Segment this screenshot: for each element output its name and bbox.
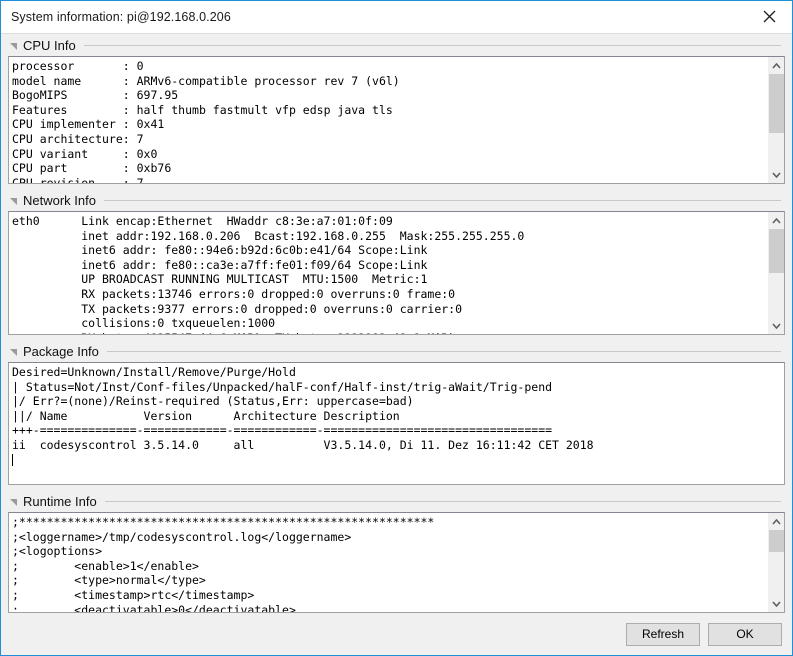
section-rule	[83, 44, 781, 46]
section-cpu-info: CPU Info processor : 0 model name : ARMv…	[8, 34, 785, 184]
scroll-up-icon[interactable]	[768, 513, 784, 530]
section-package-info: Package Info Desired=Unknown/Install/Rem…	[8, 340, 785, 485]
ok-button[interactable]: OK	[708, 622, 782, 646]
package-info-text: Desired=Unknown/Install/Remove/Purge/Hol…	[12, 365, 594, 452]
collapse-triangle-icon[interactable]	[10, 499, 17, 506]
package-info-textbox[interactable]: Desired=Unknown/Install/Remove/Purge/Hol…	[8, 362, 785, 485]
section-header-runtime-info[interactable]: Runtime Info	[8, 490, 785, 512]
title-bar: System information: pi@192.168.0.206	[1, 0, 792, 34]
cpu-info-inner: processor : 0 model name : ARMv6-compati…	[9, 57, 767, 183]
refresh-button[interactable]: Refresh	[626, 622, 700, 646]
section-rule	[103, 199, 781, 201]
scroll-up-icon[interactable]	[768, 212, 784, 229]
section-header-cpu-info[interactable]: CPU Info	[8, 34, 785, 56]
section-rule	[106, 350, 781, 352]
network-info-scroll-thumb[interactable]	[769, 229, 784, 273]
runtime-info-text: ;***************************************…	[12, 515, 435, 612]
scroll-up-icon[interactable]	[768, 57, 784, 74]
section-header-network-info[interactable]: Network Info	[8, 189, 785, 211]
section-network-info: Network Info eth0 Link encap:Ethernet HW…	[8, 189, 785, 335]
cpu-info-textbox[interactable]: processor : 0 model name : ARMv6-compati…	[8, 56, 785, 184]
scroll-down-icon[interactable]	[768, 317, 784, 334]
section-runtime-info: Runtime Info ;**************************…	[8, 490, 785, 613]
collapse-triangle-icon[interactable]	[10, 43, 17, 50]
close-icon[interactable]	[747, 1, 792, 32]
network-info-scrollbar[interactable]	[767, 212, 784, 334]
cpu-info-scroll-thumb[interactable]	[769, 74, 784, 133]
scroll-down-icon[interactable]	[768, 166, 784, 183]
dialog-content: CPU Info processor : 0 model name : ARMv…	[1, 34, 792, 613]
cpu-info-text: processor : 0 model name : ARMv6-compati…	[12, 59, 400, 183]
runtime-info-inner: ;***************************************…	[9, 513, 767, 612]
system-information-dialog: System information: pi@192.168.0.206 CPU…	[0, 0, 793, 656]
runtime-info-scroll-thumb[interactable]	[769, 530, 784, 552]
section-title-network-info: Network Info	[23, 192, 96, 208]
section-title-cpu-info: CPU Info	[23, 37, 76, 53]
scroll-down-icon[interactable]	[768, 595, 784, 612]
dialog-footer: Refresh OK	[1, 613, 792, 655]
runtime-info-scrollbar[interactable]	[767, 513, 784, 612]
section-title-runtime-info: Runtime Info	[23, 493, 97, 509]
collapse-triangle-icon[interactable]	[10, 349, 17, 356]
text-caret	[12, 453, 13, 466]
collapse-triangle-icon[interactable]	[10, 198, 17, 205]
network-info-text: eth0 Link encap:Ethernet HWaddr c8:3e:a7…	[12, 214, 525, 334]
network-info-inner: eth0 Link encap:Ethernet HWaddr c8:3e:a7…	[9, 212, 767, 334]
section-rule	[104, 500, 781, 502]
cpu-info-scrollbar[interactable]	[767, 57, 784, 183]
section-title-package-info: Package Info	[23, 343, 99, 359]
section-header-package-info[interactable]: Package Info	[8, 340, 785, 362]
runtime-info-textbox[interactable]: ;***************************************…	[8, 512, 785, 613]
window-title: System information: pi@192.168.0.206	[11, 10, 231, 24]
package-info-inner: Desired=Unknown/Install/Remove/Purge/Hol…	[9, 363, 783, 484]
network-info-textbox[interactable]: eth0 Link encap:Ethernet HWaddr c8:3e:a7…	[8, 211, 785, 335]
